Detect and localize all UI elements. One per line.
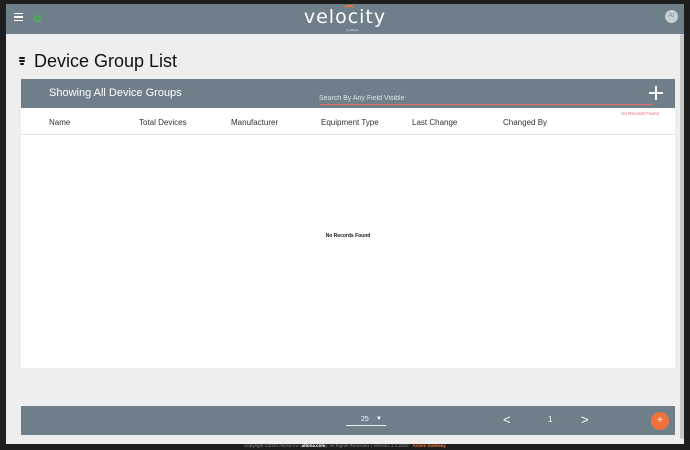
- column-header-changed-by[interactable]: Changed By: [503, 118, 547, 127]
- vertical-scrollbar[interactable]: [680, 34, 684, 439]
- previous-page-button[interactable]: <: [503, 412, 511, 427]
- app-window: velocity by atlona AI Device Group List …: [6, 4, 684, 444]
- page-title: Device Group List: [18, 50, 177, 72]
- device-group-table: Showing All Device Groups No Records Fou…: [21, 79, 675, 435]
- search-hint: No Records Found: [621, 111, 659, 116]
- search-input[interactable]: [319, 93, 653, 105]
- caret-down-icon: ▼: [376, 416, 382, 422]
- column-header-equipment-type[interactable]: Equipment Type: [321, 118, 379, 127]
- device-group-icon: [18, 56, 26, 66]
- company-link[interactable]: atlona.com: [302, 443, 326, 448]
- gateway-status: Active Gateway: [412, 443, 446, 448]
- user-avatar[interactable]: AI: [665, 10, 678, 23]
- logo-swoosh-icon: [344, 5, 354, 11]
- pagination-bar: 25 ▼ < 1 > +: [21, 406, 675, 435]
- brand-logo: velocity: [6, 5, 684, 28]
- page-size-value: 25: [361, 416, 369, 423]
- copyright-prefix: Copyright ©2020 Atlona Inc (: [244, 443, 302, 448]
- column-header-manufacturer[interactable]: Manufacturer: [231, 118, 278, 127]
- copyright-footer: Copyright ©2020 Atlona Inc (atlona.com).…: [0, 443, 690, 448]
- copyright-suffix: ). All Rights Reserved. | Version: 2.1.2…: [325, 443, 409, 448]
- table-spacer: [21, 368, 675, 406]
- next-page-button[interactable]: >: [581, 412, 589, 427]
- header-divider: [21, 134, 675, 135]
- add-device-group-icon[interactable]: [649, 86, 663, 100]
- brand-subtitle: by atlona: [346, 28, 359, 32]
- table-toolbar: Showing All Device Groups: [21, 79, 675, 108]
- add-fab-button[interactable]: +: [651, 412, 669, 430]
- page-title-text: Device Group List: [34, 50, 178, 71]
- current-page-number: 1: [548, 415, 553, 424]
- column-header-name[interactable]: Name: [49, 118, 70, 127]
- showing-label: Showing All Device Groups: [49, 87, 182, 99]
- top-bar: velocity by atlona AI: [6, 4, 684, 34]
- column-header-last-change[interactable]: Last Change: [412, 118, 457, 127]
- page-size-select[interactable]: 25 ▼: [346, 414, 386, 426]
- column-header-total-devices[interactable]: Total Devices: [139, 118, 187, 127]
- empty-state-message: No Records Found: [325, 233, 371, 239]
